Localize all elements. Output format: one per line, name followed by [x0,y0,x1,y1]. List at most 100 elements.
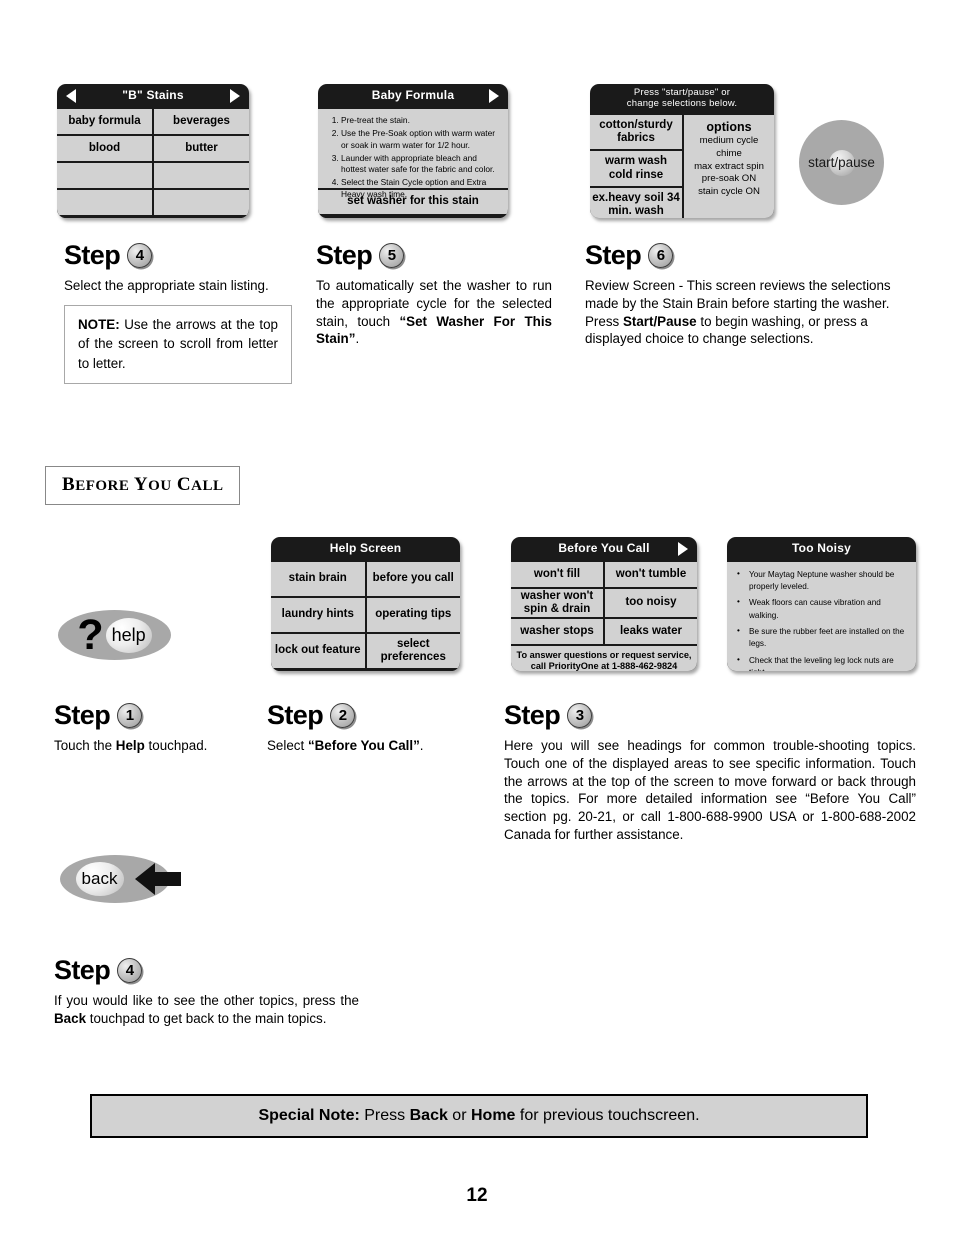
step-label: Step [504,700,561,730]
footer-line-2: call PriorityOne at 1-888-462-9824 [530,660,678,671]
step-5-block: Step 5 To automatically set the washer t… [316,240,552,348]
screen-title-baby-formula: Baby Formula [318,84,508,109]
back-touchpad[interactable]: back [60,855,181,903]
step-1-heading: Step 1 [54,700,269,731]
step-number-badge: 1 [117,703,143,728]
screen-review: Press "start/pause" or change selections… [590,84,774,218]
title-text: Help Screen [329,541,402,555]
topic-cell-washer-stops[interactable]: washer stops [511,618,603,644]
stain-instructions: Pre-treat the stain. Use the Pre-Soak op… [318,108,508,199]
stain-cell[interactable]: blood [57,135,152,161]
cycle-temp-cell[interactable]: warm wash cold rinse [590,151,682,186]
screen-title-b-stains: "B" Stains [57,84,249,109]
right-arrow-icon[interactable] [678,542,688,557]
stain-cell-empty[interactable] [57,189,152,215]
section-title-part: ALL [191,478,224,494]
step-6-text: Review Screen - This screen reviews the … [585,277,915,348]
special-note-mid: or [447,1107,471,1124]
help-cell-lock-out-feature[interactable]: lock out feature [271,633,365,668]
step-label: Step [64,240,121,270]
step-4-text: Select the appropriate stain listing. [64,278,269,293]
left-arrow-icon [134,863,181,895]
screen-baby-formula: Baby Formula Pre-treat the stain. Use th… [318,84,508,218]
left-arrow-icon[interactable] [66,89,76,104]
help-cell-stain-brain[interactable]: stain brain [271,561,365,596]
topic-cell-spin-drain[interactable]: washer won't spin & drain [511,588,603,617]
title-line-2: change selections below. [626,97,738,109]
step-6-block: Step 6 Review Screen - This screen revie… [585,240,915,348]
step-2-block: Step 2 Select “Before You Call”. [267,700,487,755]
section-title-part: Y [133,474,149,495]
step-number-badge: 3 [567,703,593,728]
special-note-text: Special Note: Press Back or Home for pre… [258,1107,699,1125]
stain-cell[interactable]: baby formula [57,108,152,134]
screen-body: won't fill won't tumble washer won't spi… [511,561,697,671]
step-label: Step [267,700,324,730]
help-cell-select-preferences[interactable]: select preferences [366,633,460,668]
step-5-text: To automatically set the washer to run t… [316,277,552,348]
step-label: Step [54,955,111,985]
screen-body: Your Maytag Neptune washer should be pro… [727,561,916,671]
screen-body: baby formula beverages blood butter [57,108,249,218]
step-number-badge: 4 [127,243,153,268]
stain-cell-empty[interactable] [154,189,249,215]
tip-item: Weak floors can cause vibration and walk… [735,596,908,622]
stain-cell-empty[interactable] [57,162,152,188]
help-cell-before-you-call[interactable]: before you call [366,561,460,596]
help-cell-laundry-hints[interactable]: laundry hints [271,597,365,632]
step-1-block: Step 1 Touch the Help touchpad. [54,700,269,755]
stain-cell[interactable]: butter [154,135,249,161]
step-1-text-emphasis: Help [115,738,145,753]
title-text: "B" Stains [122,88,184,102]
step-number-badge: 2 [330,703,356,728]
help-label-bubble: help [105,617,152,653]
step-label: Step [585,240,642,270]
right-arrow-icon[interactable] [230,89,240,104]
step-2-text-tail: . [419,738,424,753]
topic-cell-leaks-water[interactable]: leaks water [605,618,697,644]
screen-body: Pre-treat the stain. Use the Pre-Soak op… [318,108,508,218]
step-1-text: Touch the Help touchpad. [54,737,269,755]
topic-cell-too-noisy[interactable]: too noisy [605,588,697,617]
tip-item: Check that the leveling leg lock nuts ar… [735,654,908,671]
step-3-text: Here you will see headings for common tr… [504,738,916,843]
note-box: NOTE: Use the arrows at the top of the s… [64,304,292,385]
step-4-text-lead: If you would like to see the other topic… [54,993,359,1008]
screen-before-you-call: Before You Call won't fill won't tumble … [511,537,697,671]
service-phone-footer: To answer questions or request service, … [511,645,697,671]
step-5-text-tail: . [355,331,360,347]
special-note-lead: Press [359,1107,410,1124]
step-2-text-lead: Select [267,738,308,753]
cycle-fabric-cell[interactable]: cotton/sturdy fabrics [590,114,682,150]
screen-title-review: Press "start/pause" or change selections… [590,84,774,115]
special-note-home: Home [470,1107,516,1124]
step-2-text-emphasis: “Before You Call” [307,738,420,753]
stain-cell[interactable]: beverages [154,108,249,134]
options-cell[interactable]: options medium cycle chime max extract s… [684,114,774,218]
section-title-part: C [176,474,192,495]
step-6-heading: Step 6 [585,240,915,271]
back-label-bubble: back [75,862,124,896]
cycle-soil-cell[interactable]: ex.heavy soil 34 min. wash [590,187,682,218]
screen-body: stain brain before you call laundry hint… [271,561,460,671]
right-arrow-icon[interactable] [489,89,499,104]
special-note-label: Special Note: [258,1107,360,1124]
step-4-heading: Step 4 [64,240,292,271]
stain-cell-empty[interactable] [154,162,249,188]
step-4-block-bottom: Step 4 If you would like to see the othe… [54,955,359,1028]
options-title: options [706,119,752,134]
section-title-part: B [62,474,76,495]
topic-cell-wont-fill[interactable]: won't fill [511,561,603,587]
start-pause-touchpad[interactable]: start/pause [799,120,884,205]
screen-body: cotton/sturdy fabrics warm wash cold rin… [590,114,774,218]
step-label: Step [54,700,111,730]
topic-cell-wont-tumble[interactable]: won't tumble [605,561,697,587]
step-4-block-top: Step 4 Select the appropriate stain list… [64,240,292,385]
help-cell-operating-tips[interactable]: operating tips [366,597,460,632]
option-item: medium cycle chime [699,135,759,159]
note-label: NOTE: [78,316,120,332]
option-item: stain cycle ON [698,185,760,197]
step-label: Step [316,240,373,270]
help-touchpad[interactable]: ? help [58,610,171,660]
step-number-badge: 5 [379,243,405,268]
